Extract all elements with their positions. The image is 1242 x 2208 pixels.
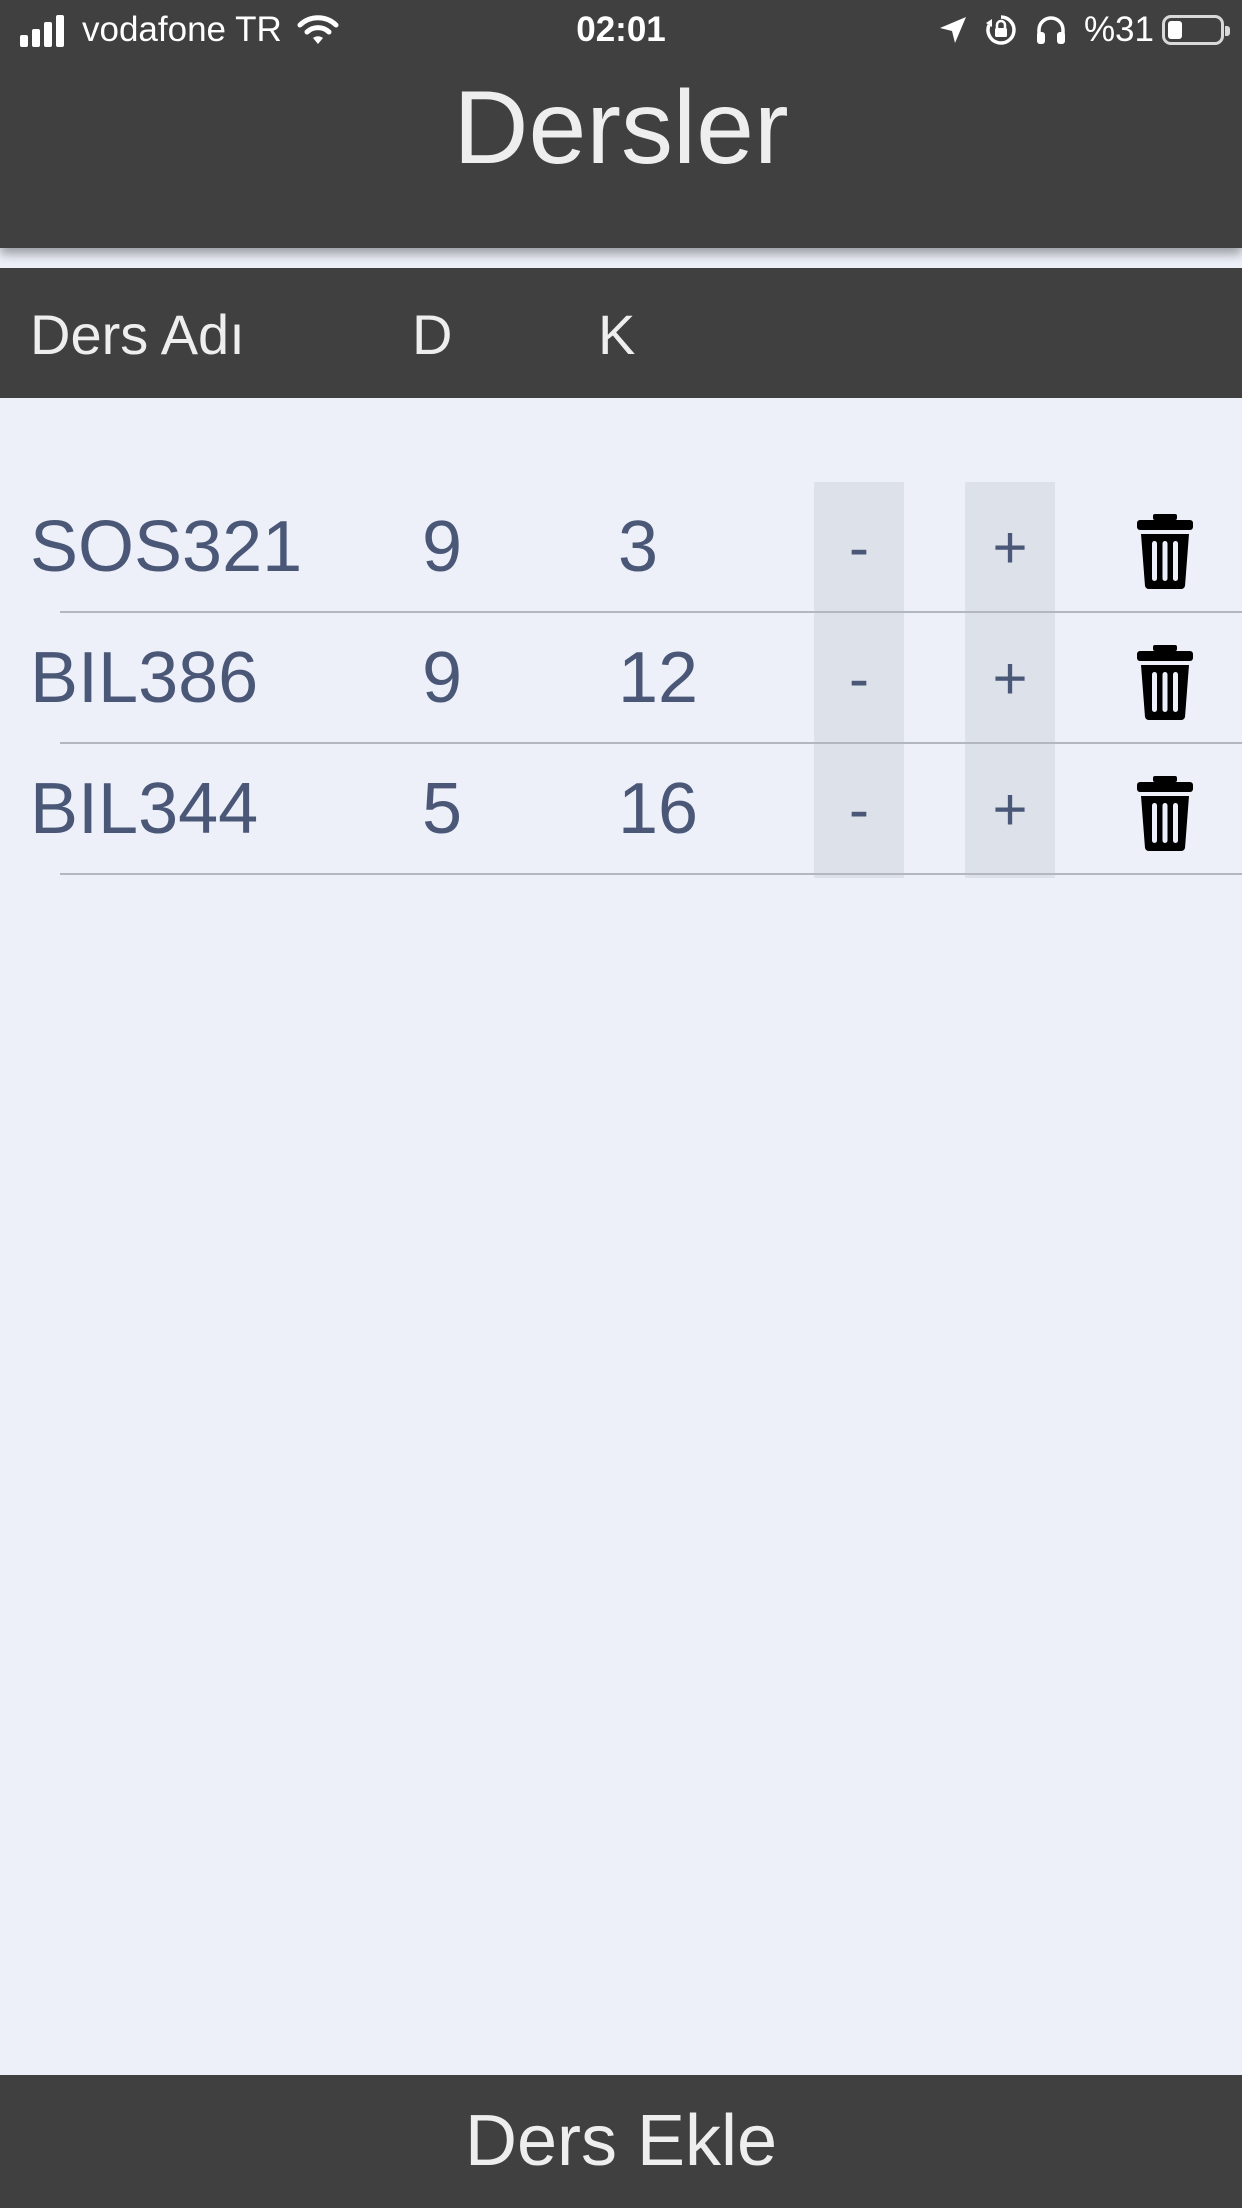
course-name: BIL386 bbox=[30, 638, 259, 718]
battery-icon bbox=[1162, 15, 1230, 45]
battery-fill bbox=[1168, 21, 1182, 39]
decrement-button[interactable]: - bbox=[814, 744, 904, 875]
decrement-button[interactable]: - bbox=[814, 482, 904, 613]
table-row: BIL344 5 16 - + bbox=[0, 744, 1242, 875]
increment-button[interactable]: + bbox=[965, 613, 1055, 744]
trash-icon[interactable] bbox=[1126, 643, 1204, 721]
battery-nub bbox=[1225, 26, 1230, 36]
column-header-name: Ders Adı bbox=[30, 303, 245, 366]
course-k-value: 12 bbox=[618, 638, 699, 718]
top-bar: vodafone TR 02:01 %31 Dersler bbox=[0, 0, 1242, 248]
row-divider bbox=[60, 873, 1242, 875]
course-d-value: 9 bbox=[422, 638, 463, 718]
page-title: Dersler bbox=[453, 70, 789, 186]
increment-button[interactable]: + bbox=[965, 482, 1055, 613]
status-bar: vodafone TR 02:01 %31 bbox=[0, 0, 1242, 62]
location-arrow-icon bbox=[938, 15, 968, 45]
course-name: BIL344 bbox=[30, 769, 259, 849]
headphones-icon bbox=[1034, 13, 1068, 47]
trash-icon[interactable] bbox=[1126, 774, 1204, 852]
course-name: SOS321 bbox=[30, 507, 303, 587]
course-d-value: 9 bbox=[422, 507, 463, 587]
rotation-lock-icon bbox=[984, 13, 1018, 47]
decrement-button[interactable]: - bbox=[814, 613, 904, 744]
battery-percentage: %31 bbox=[1083, 10, 1154, 49]
column-header-d: D bbox=[412, 303, 453, 366]
trash-icon[interactable] bbox=[1126, 512, 1204, 590]
course-k-value: 16 bbox=[618, 769, 699, 849]
column-header-k: K bbox=[598, 303, 636, 366]
table-row: BIL386 9 12 - + bbox=[0, 613, 1242, 744]
course-k-value: 3 bbox=[618, 507, 659, 587]
increment-button[interactable]: + bbox=[965, 744, 1055, 875]
course-d-value: 5 bbox=[422, 769, 463, 849]
table-row: SOS321 9 3 - + bbox=[0, 482, 1242, 613]
table-header: Ders Adı D K bbox=[0, 268, 1242, 398]
add-course-button[interactable]: Ders Ekle bbox=[0, 2075, 1242, 2208]
status-right: %31 bbox=[922, 10, 1230, 50]
